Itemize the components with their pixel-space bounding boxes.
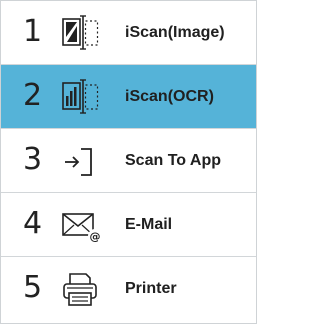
menu-item-number: 3 — [23, 142, 43, 177]
menu-item-number: 5 — [23, 270, 43, 305]
scan-destination-menu: 1 iScan(Image) 2 iScan(OCR) 3 Scan To Ap… — [0, 0, 257, 324]
menu-item-label: E-Mail — [125, 216, 173, 233]
menu-item-number: 2 — [23, 78, 43, 113]
menu-item-number: 1 — [23, 14, 43, 49]
menu-item-email[interactable]: 4 @ E-Mail — [1, 193, 256, 257]
menu-item-number: 4 — [23, 206, 43, 241]
menu-item-printer[interactable]: 5 Printer — [1, 257, 256, 321]
menu-item-label: iScan(Image) — [125, 24, 225, 41]
scan-image-icon — [62, 15, 99, 50]
menu-item-scan-to-app[interactable]: 3 Scan To App — [1, 129, 256, 193]
scan-to-app-icon — [65, 148, 92, 176]
menu-item-iscan-ocr[interactable]: 2 iScan(OCR) — [1, 65, 256, 129]
svg-text:@: @ — [90, 230, 101, 243]
menu-item-iscan-image[interactable]: 1 iScan(Image) — [1, 1, 256, 65]
printer-icon — [63, 273, 97, 306]
menu-item-label: iScan(OCR) — [125, 88, 214, 105]
menu-item-label: Printer — [125, 280, 177, 297]
scan-ocr-icon — [62, 79, 99, 114]
menu-item-label: Scan To App — [125, 152, 221, 169]
email-icon: @ — [62, 213, 102, 243]
